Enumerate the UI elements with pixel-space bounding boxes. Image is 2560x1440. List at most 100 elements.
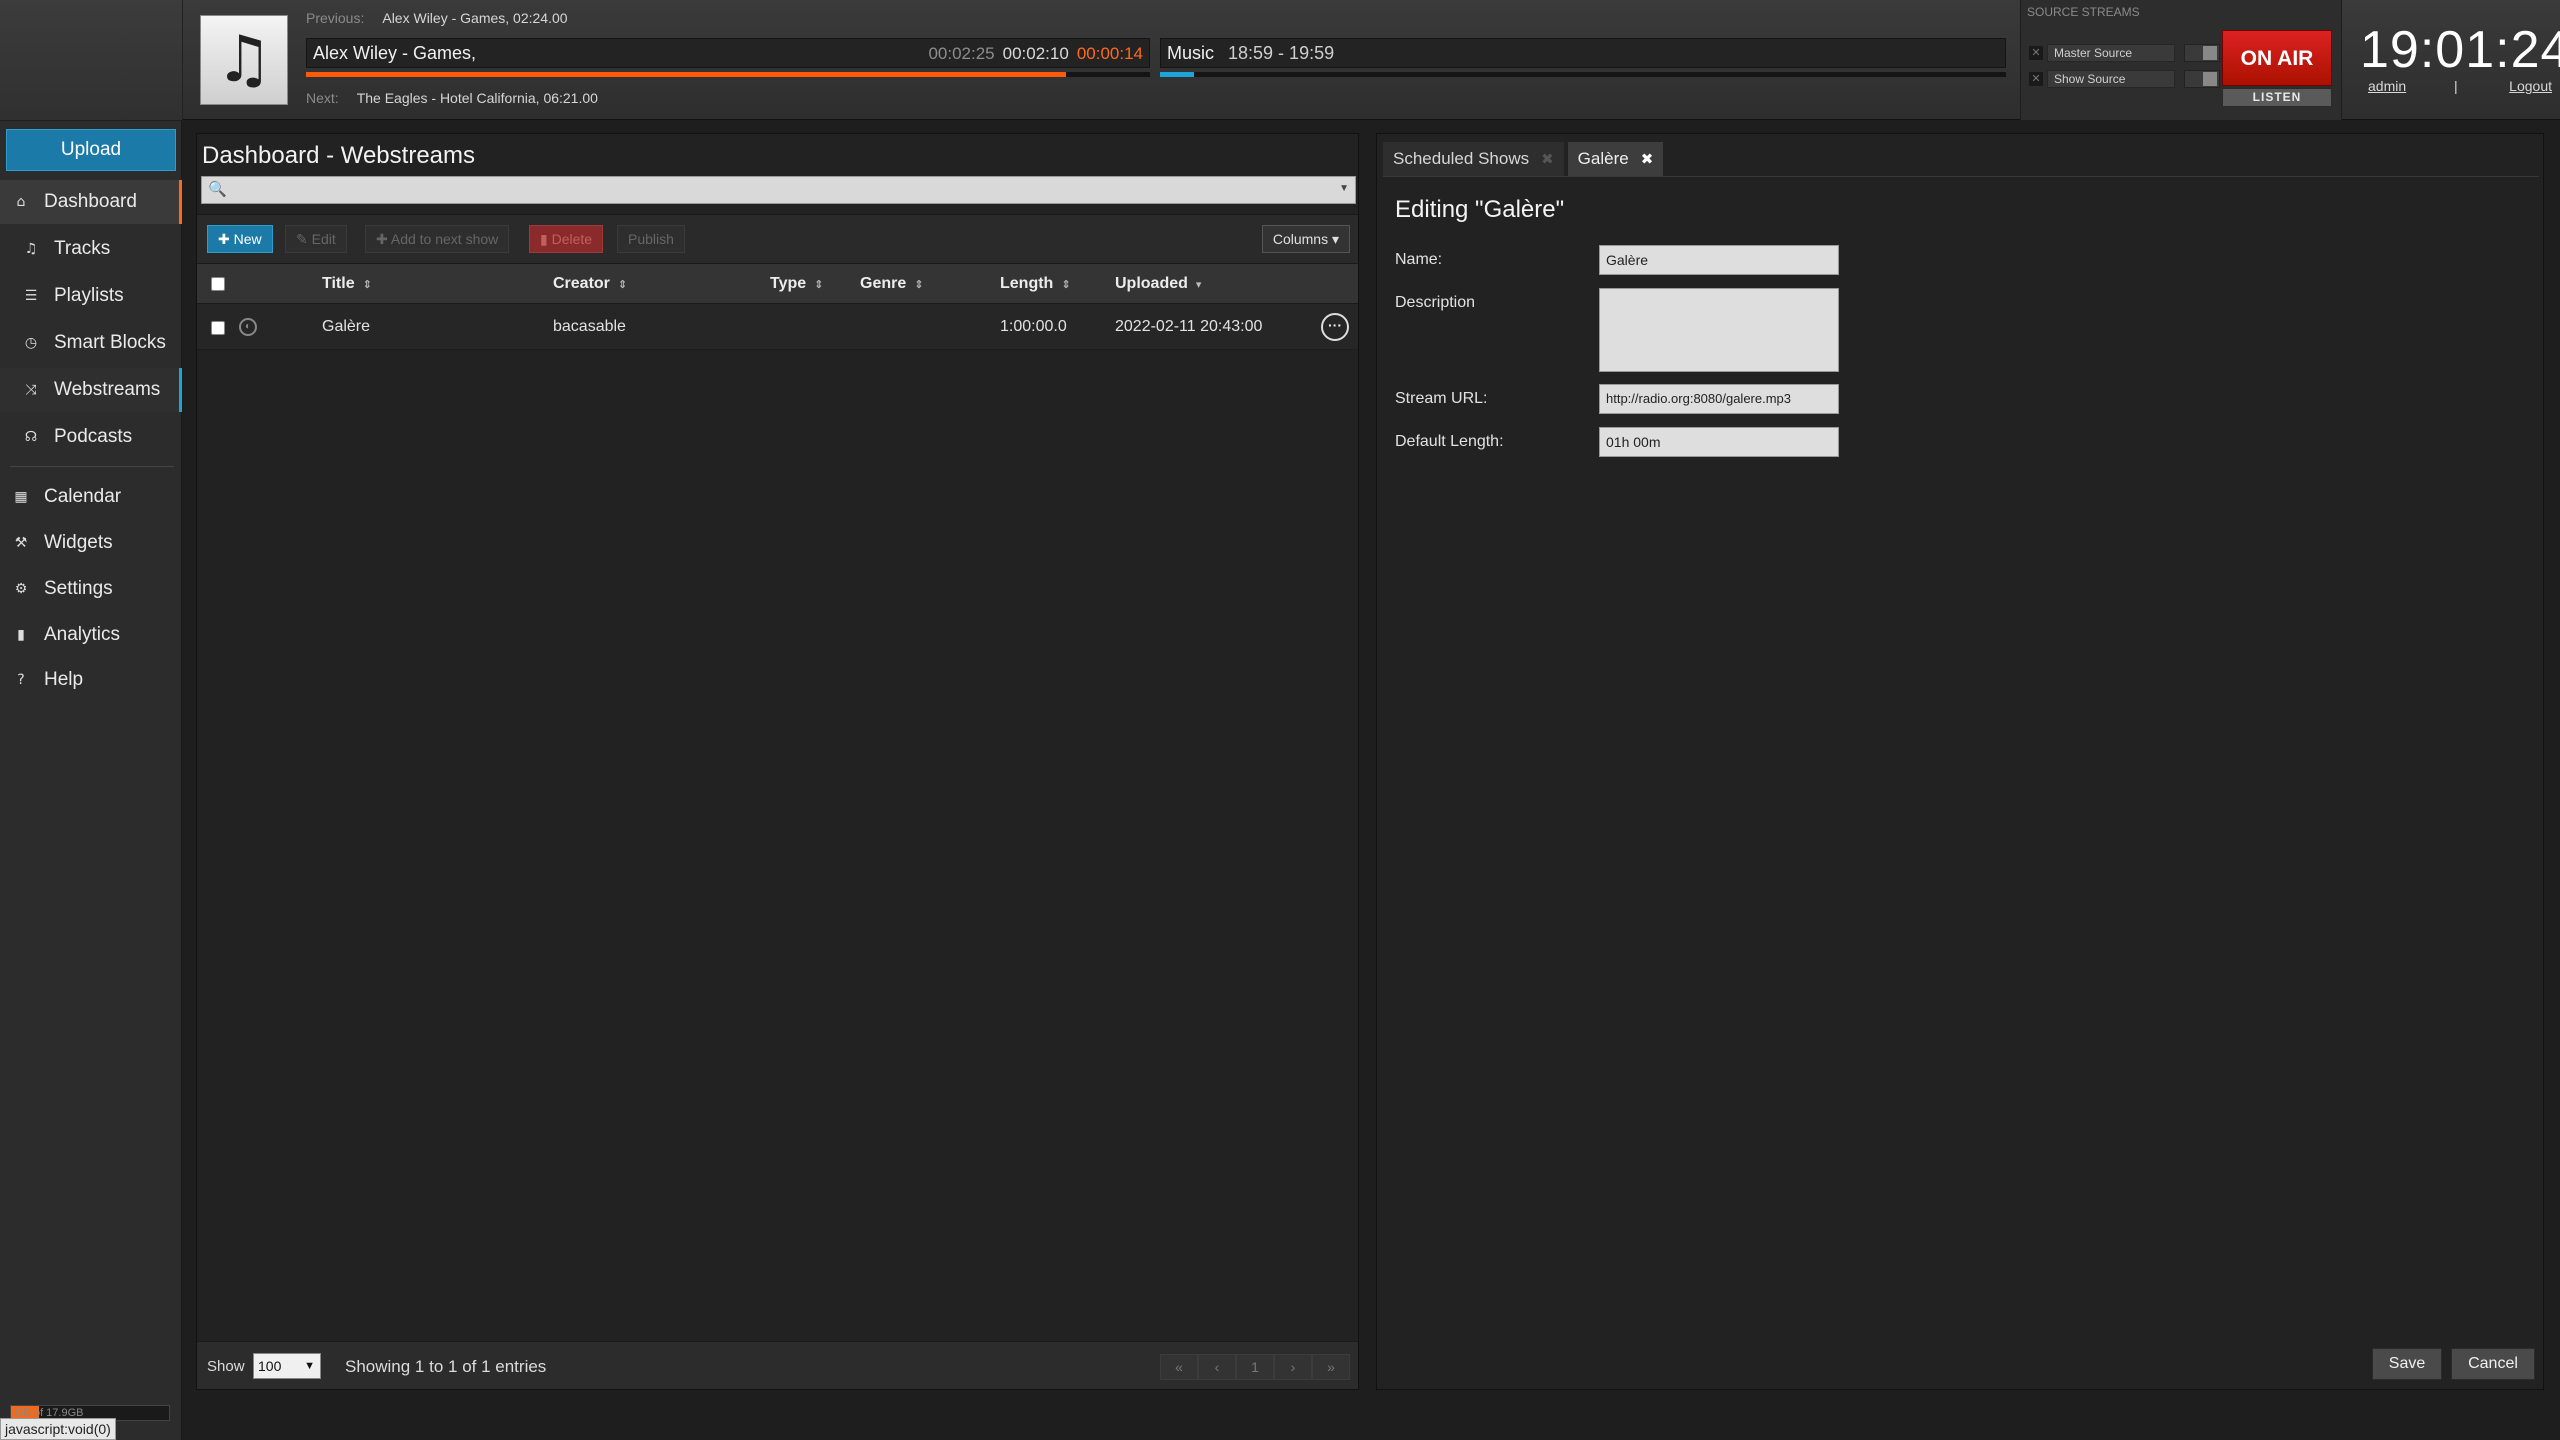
default-length-field[interactable]: 01h 00m — [1599, 427, 1839, 457]
select-all-checkbox[interactable] — [211, 277, 225, 291]
sidebar-item-widgets[interactable]: ⚒ Widgets — [0, 521, 182, 565]
current-track-title: Alex Wiley - Games, — [313, 43, 477, 63]
sidebar-item-smart-blocks[interactable]: ◷ Smart Blocks — [0, 321, 182, 365]
cancel-button[interactable]: Cancel — [2451, 1348, 2535, 1380]
sort-icon: ⇕ — [617, 278, 628, 291]
total-time: 00:02:10 — [1002, 44, 1069, 63]
sort-icon: ⇕ — [914, 278, 924, 291]
new-button-label: New — [233, 231, 262, 247]
show-source-toggle[interactable] — [2184, 70, 2220, 88]
next-page-button[interactable]: › — [1274, 1354, 1312, 1380]
page-size-select[interactable]: 100 ▼ — [253, 1353, 321, 1379]
publish-button[interactable]: Publish — [617, 225, 685, 253]
sidebar-item-podcasts[interactable]: ☊ Podcasts — [0, 415, 182, 459]
wrench-icon: ⚒ — [14, 535, 28, 551]
row-title: Galère — [322, 318, 371, 335]
column-title[interactable]: Title ⇕ — [322, 275, 372, 293]
editor-tabs: Scheduled Shows ✖ Galère ✖ — [1383, 142, 1664, 176]
sidebar-item-label: Podcasts — [54, 426, 133, 447]
search-input[interactable]: 🔍 ▼ — [201, 176, 1356, 204]
elapsed-time: 00:02:25 — [928, 44, 995, 63]
column-genre[interactable]: Genre ⇕ — [860, 275, 923, 293]
logout-link[interactable]: Logout — [2509, 78, 2552, 94]
sidebar-item-calendar[interactable]: ▦ Calendar — [0, 475, 182, 519]
clock-icon: ◷ — [24, 335, 38, 351]
tab-galere[interactable]: Galère ✖ — [1567, 142, 1664, 176]
table-row[interactable]: ◐ Galère bacasable 1:00:00.0 2022-02-11 … — [197, 304, 1358, 350]
question-icon: ? — [17, 672, 25, 688]
stream-url-field[interactable]: http://radio.org:8080/galere.mp3 — [1599, 384, 1839, 414]
columns-button[interactable]: Columns ▾ — [1261, 225, 1350, 253]
row-creator: bacasable — [553, 318, 626, 335]
show-time: 18:59 - 19:59 — [1228, 43, 1335, 63]
sort-desc-icon: ▾ — [1195, 278, 1202, 291]
add-to-next-show-button[interactable]: ✚ Add to next show — [365, 225, 510, 253]
music-icon: ♫ — [24, 241, 38, 257]
page-size-label: Show — [207, 1358, 245, 1375]
column-length-label: Length — [1000, 275, 1054, 292]
prev-page-button[interactable]: ‹ — [1198, 1354, 1236, 1380]
tab-label: Scheduled Shows — [1393, 149, 1530, 168]
sidebar-item-webstreams[interactable]: ⤨ Webstreams — [0, 368, 182, 412]
column-type[interactable]: Type ⇕ — [770, 275, 823, 293]
sidebar-item-tracks[interactable]: ♫ Tracks — [0, 227, 182, 271]
current-track-box: Alex Wiley - Games, 00:02:25 00:02:10 00… — [306, 38, 1150, 68]
description-field[interactable] — [1599, 288, 1839, 372]
last-page-button[interactable]: » — [1312, 1354, 1350, 1380]
show-source-close-icon[interactable]: ✕ — [2029, 72, 2043, 86]
delete-button[interactable]: ▮ Delete — [529, 225, 604, 253]
user-profile-link[interactable]: admin — [2368, 78, 2406, 94]
row-menu-icon[interactable]: ··· — [1321, 313, 1349, 341]
current-show-box: Music 18:59 - 19:59 — [1160, 38, 2006, 68]
page-1-button[interactable]: 1 — [1236, 1354, 1274, 1380]
edit-button-label: Edit — [311, 231, 336, 247]
sort-icon: ⇕ — [814, 278, 824, 291]
trash-icon: ▮ — [540, 231, 552, 247]
webstream-icon: ◐ — [239, 318, 257, 336]
previous-value: Alex Wiley - Games, 02:24.00 — [382, 10, 568, 26]
name-field[interactable]: Galère — [1599, 245, 1839, 275]
entries-info: Showing 1 to 1 of 1 entries — [345, 1357, 547, 1376]
save-button[interactable]: Save — [2372, 1348, 2442, 1380]
column-length[interactable]: Length ⇕ — [1000, 275, 1071, 293]
next-label: Next: — [306, 90, 339, 106]
music-note-icon: ♫ — [215, 23, 273, 97]
previous-track: Previous: Alex Wiley - Games, 02:24.00 — [306, 10, 906, 30]
caret-down-icon: ▾ — [1328, 231, 1339, 247]
listen-button[interactable]: LISTEN — [2222, 88, 2332, 107]
name-label: Name: — [1395, 251, 1443, 268]
logo-area — [0, 0, 183, 120]
upload-button[interactable]: Upload — [6, 129, 176, 171]
chevron-down-icon[interactable]: ▼ — [1339, 183, 1349, 194]
sidebar-item-label: Calendar — [44, 486, 122, 507]
add-to-next-show-label: Add to next show — [390, 231, 499, 247]
column-creator[interactable]: Creator ⇕ — [553, 275, 627, 293]
close-icon[interactable]: ✖ — [1641, 142, 1654, 176]
edit-button[interactable]: ✎ Edit — [285, 225, 347, 253]
sidebar-item-settings[interactable]: ⚙ Settings — [0, 567, 182, 611]
column-uploaded[interactable]: Uploaded ▾ — [1115, 275, 1201, 293]
row-checkbox[interactable] — [211, 321, 225, 335]
headphones-icon: ☊ — [24, 429, 38, 445]
show-progress-bar — [1160, 72, 2006, 77]
sidebar-item-dashboard[interactable]: ⌂ Dashboard — [0, 180, 182, 224]
new-button[interactable]: ✚ New — [207, 225, 273, 253]
remaining-time: 00:00:14 — [1076, 44, 1143, 63]
sidebar-item-analytics[interactable]: ▮ Analytics — [0, 613, 182, 657]
sidebar-item-help[interactable]: ? Help — [0, 658, 182, 702]
tab-scheduled-shows[interactable]: Scheduled Shows ✖ — [1383, 142, 1564, 176]
first-page-button[interactable]: « — [1160, 1354, 1198, 1380]
pencil-icon: ✎ — [296, 231, 312, 247]
description-label: Description — [1395, 294, 1476, 311]
column-genre-label: Genre — [860, 275, 907, 292]
master-source-close-icon[interactable]: ✕ — [2029, 46, 2043, 60]
close-icon[interactable]: ✖ — [1541, 142, 1554, 176]
sidebar-item-playlists[interactable]: ☰ Playlists — [0, 274, 182, 318]
table-header: Title ⇕ Creator ⇕ Type ⇕ Genre ⇕ Length ⇕ Upl… — [197, 264, 1358, 304]
master-source-toggle[interactable] — [2184, 44, 2220, 62]
gear-icon: ⚙ — [14, 581, 28, 597]
album-art: ♫ — [200, 15, 288, 105]
column-type-label: Type — [770, 275, 807, 292]
shuffle-icon: ⤨ — [25, 382, 37, 398]
pagination: « ‹ 1 › » — [1160, 1354, 1350, 1380]
